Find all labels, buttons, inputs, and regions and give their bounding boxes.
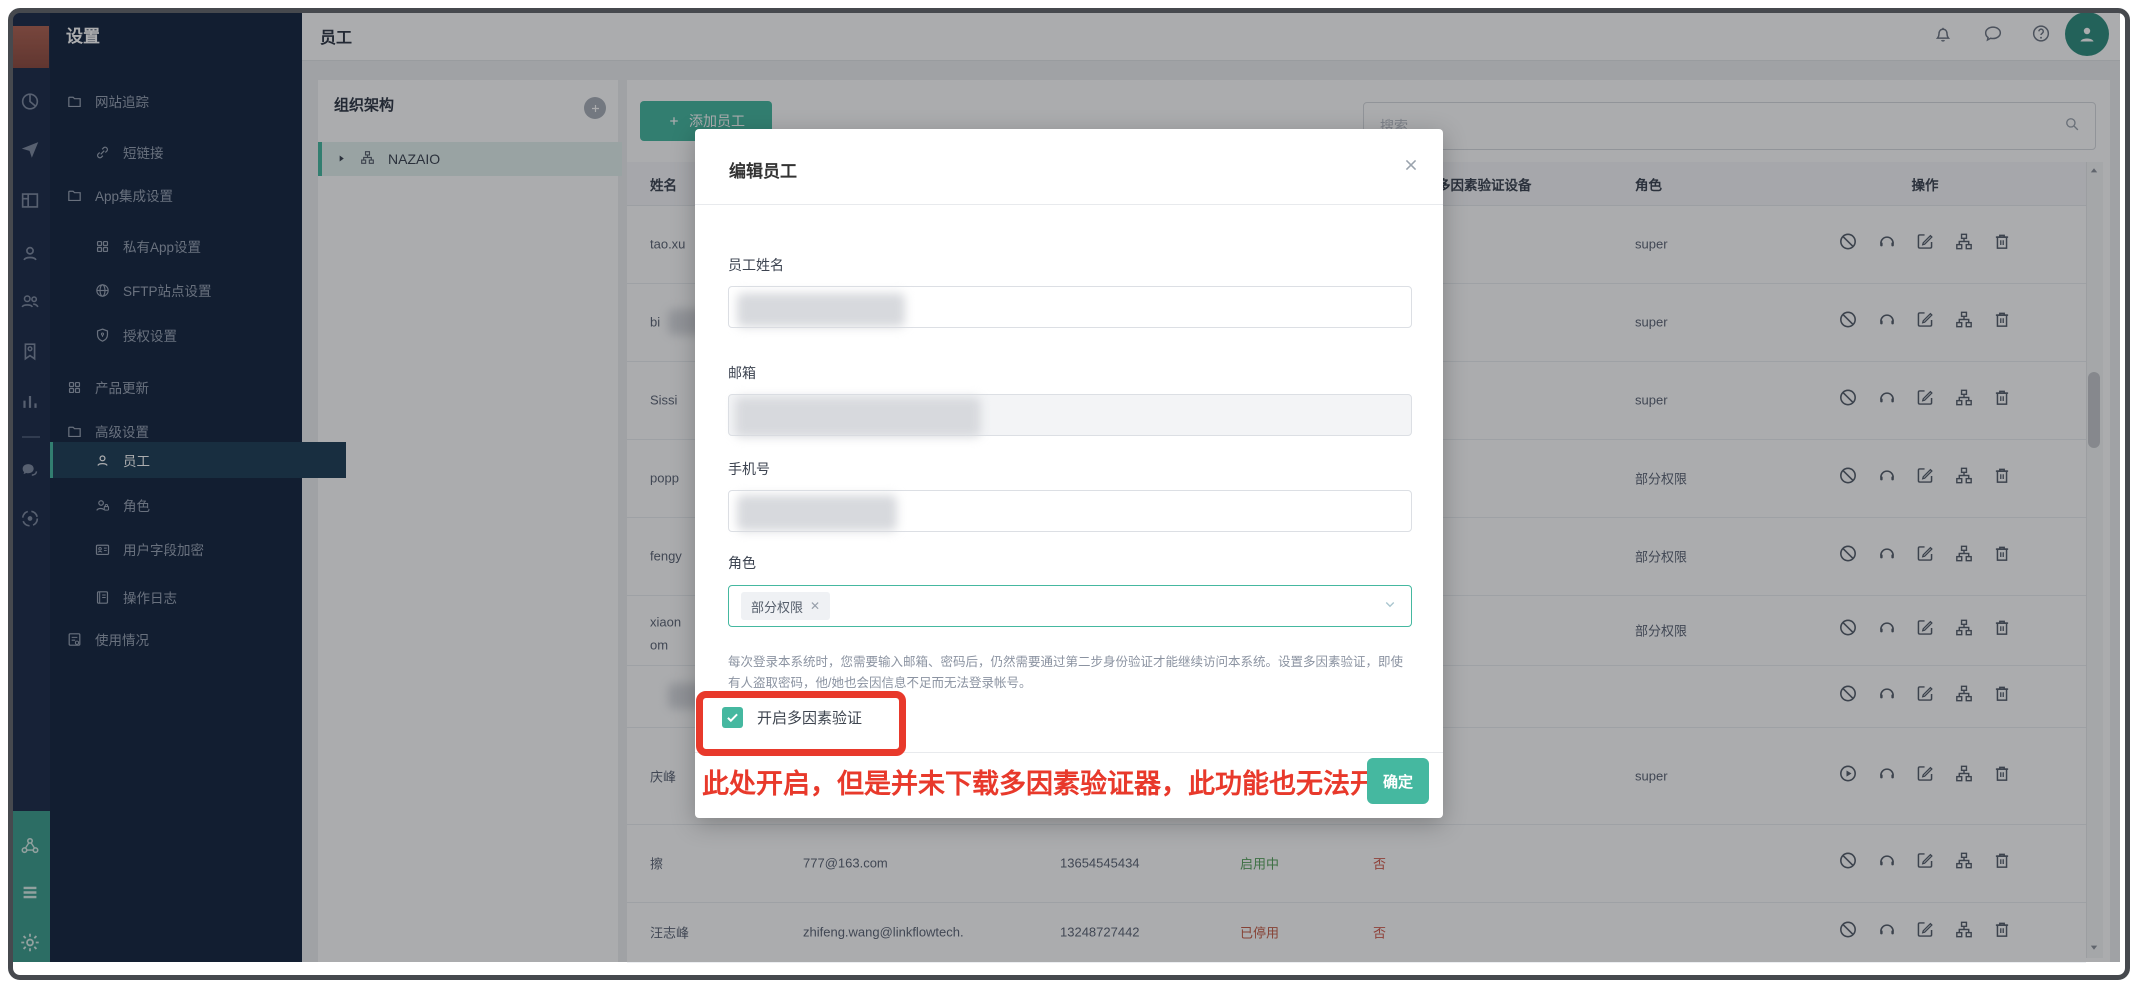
- edit-employee-modal: 编辑员工 员工姓名 邮箱 手机号 角色 部分权限 ✕ 每次登录本系统时，您需要输…: [695, 129, 1443, 818]
- chevron-down-icon[interactable]: [1381, 595, 1399, 618]
- app-window: 设置 网站追踪短链接App集成设置私有App设置SFTP站点设置授权设置产品更新…: [0, 0, 2132, 986]
- name-field[interactable]: [728, 286, 1412, 328]
- modal-title: 编辑员工: [729, 157, 797, 182]
- redacted-email-value: [735, 397, 981, 437]
- phone-label: 手机号: [728, 459, 770, 479]
- annotation-text: 此处开启，但是并未下载多因素验证器，此功能也无法开启: [702, 762, 1362, 801]
- redacted-name-value: [737, 293, 905, 327]
- redacted-phone-value: [737, 495, 897, 531]
- email-label: 邮箱: [728, 363, 756, 383]
- role-tag: 部分权限 ✕: [741, 592, 830, 620]
- modal-divider: [695, 204, 1443, 205]
- name-label: 员工姓名: [728, 255, 784, 275]
- phone-field[interactable]: [728, 490, 1412, 532]
- mfa-hint-text: 每次登录本系统时，您需要输入邮箱、密码后，仍然需要通过第二步身份验证才能继续访问…: [728, 652, 1414, 694]
- role-label: 角色: [728, 553, 756, 573]
- role-select[interactable]: 部分权限 ✕: [728, 585, 1412, 627]
- close-icon[interactable]: [1401, 155, 1421, 180]
- annotation-red-box: [696, 691, 906, 756]
- email-field[interactable]: [728, 394, 1412, 436]
- confirm-button[interactable]: 确定: [1367, 758, 1429, 804]
- role-tag-label: 部分权限: [751, 597, 803, 616]
- role-tag-remove-icon[interactable]: ✕: [810, 599, 820, 613]
